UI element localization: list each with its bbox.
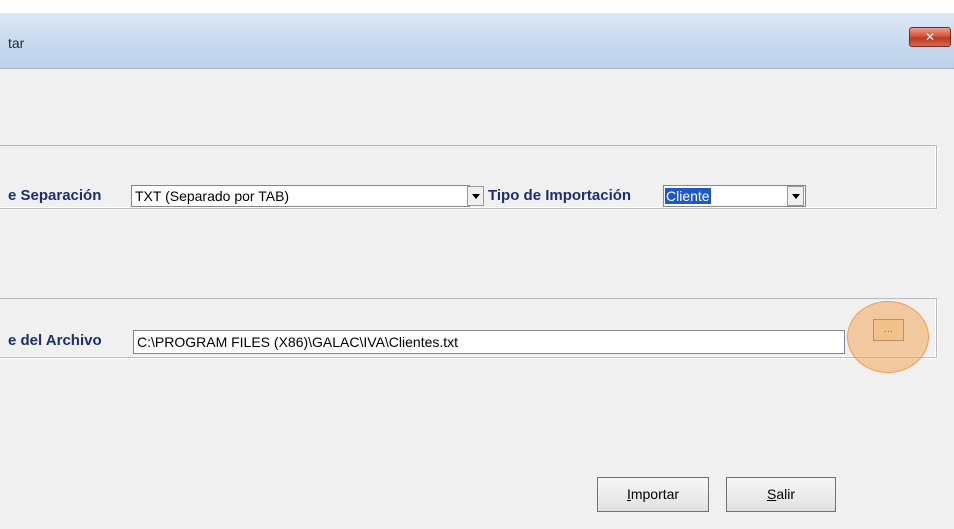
separator-dropdown-icon[interactable] — [467, 186, 484, 206]
file-path-value: C:\PROGRAM FILES (X86)\GALAC\IVA\Cliente… — [137, 334, 459, 350]
title-bar[interactable]: tar — [0, 13, 954, 69]
exit-accelerator: S — [766, 486, 777, 502]
import-type-label: Tipo de Importación — [488, 187, 632, 204]
import-type-dropdown-icon[interactable] — [787, 186, 804, 206]
file-label: e del Archivo — [8, 332, 102, 349]
separator-select[interactable]: TXT (Separado por TAB) — [131, 185, 470, 207]
import-button[interactable]: Importar — [597, 477, 709, 512]
import-type-value: Cliente — [665, 188, 711, 204]
browse-button[interactable]: ... — [873, 319, 904, 341]
separator-label: e Separación — [8, 187, 102, 204]
close-icon[interactable] — [909, 27, 951, 47]
import-label-rest: mportar — [630, 486, 680, 502]
import-type-select[interactable]: Cliente — [663, 185, 806, 207]
file-path-input[interactable]: C:\PROGRAM FILES (X86)\GALAC\IVA\Cliente… — [133, 330, 845, 354]
import-dialog: tar — [0, 13, 954, 529]
exit-button[interactable]: Salir — [726, 477, 836, 512]
exit-label-rest: alir — [776, 486, 795, 502]
window-title: tar — [8, 35, 25, 51]
separator-value: TXT (Separado por TAB) — [135, 188, 290, 204]
